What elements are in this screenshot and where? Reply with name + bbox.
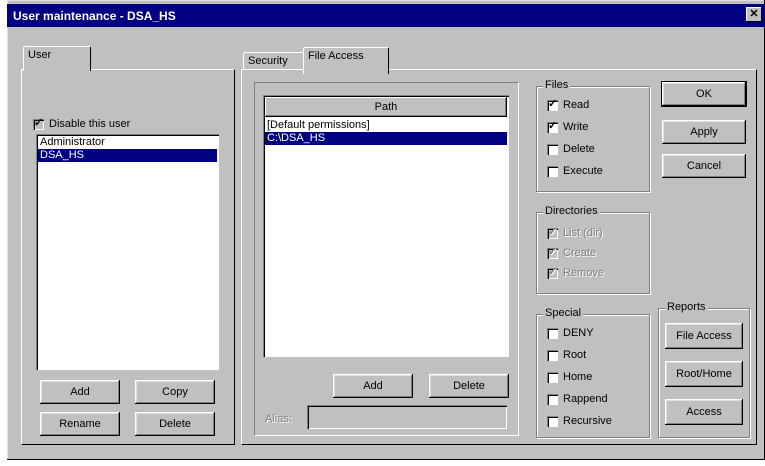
check-icon: ✓ xyxy=(548,245,558,258)
file-access-report-button[interactable]: File Access xyxy=(665,323,743,349)
read-checkbox[interactable]: ✓ Read xyxy=(547,97,590,111)
check-icon: ✓ xyxy=(548,225,558,238)
remove-label: Remove xyxy=(563,267,604,279)
write-label: Write xyxy=(563,121,589,133)
list-item[interactable]: Administrator xyxy=(38,136,217,149)
deny-label: DENY xyxy=(563,327,594,339)
delete-checkbox[interactable]: Delete xyxy=(547,143,595,155)
directories-group: Directories ✓ List (dir) ✓ Create ✓ Remo… xyxy=(536,205,650,294)
apply-button[interactable]: Apply xyxy=(662,120,746,144)
tab-user[interactable]: User xyxy=(23,46,91,71)
path-header-label: Path xyxy=(374,101,398,113)
root-label: Root xyxy=(563,349,587,361)
rappend-label: Rappend xyxy=(563,393,608,405)
check-icon: ✓ xyxy=(548,265,558,278)
read-box[interactable]: ✓ xyxy=(547,97,558,111)
tab-user-label: User xyxy=(28,49,52,61)
delete-path-button[interactable]: Delete xyxy=(429,374,509,398)
list-item[interactable]: [Default permissions] xyxy=(265,119,507,132)
alias-field[interactable] xyxy=(307,405,507,429)
reports-group-label: Reports xyxy=(665,301,708,313)
access-report-button[interactable]: Access xyxy=(665,399,743,425)
home-label: Home xyxy=(563,371,593,383)
path-frame: Path [Default permissions] C:\DSA_HS Add… xyxy=(254,82,519,436)
cancel-button[interactable]: Cancel xyxy=(662,154,746,178)
root-box[interactable] xyxy=(547,349,558,361)
write-box[interactable]: ✓ xyxy=(547,119,558,133)
list-dir-label: List (dir) xyxy=(563,227,603,239)
home-box[interactable] xyxy=(547,371,558,383)
remove-checkbox: ✓ Remove xyxy=(547,265,604,279)
disable-user-checkbox[interactable]: ✓ Disable this user xyxy=(33,116,131,130)
check-icon: ✓ xyxy=(548,97,558,110)
execute-box[interactable] xyxy=(547,165,558,177)
files-group-label: Files xyxy=(543,79,571,91)
create-label: Create xyxy=(563,247,597,259)
recursive-checkbox[interactable]: Recursive xyxy=(547,415,612,427)
rappend-checkbox[interactable]: Rappend xyxy=(547,393,608,405)
disable-user-label: Disable this user xyxy=(49,118,131,130)
special-group: Special DENY Root Home Rappend Recursive xyxy=(536,307,650,438)
root-home-report-button[interactable]: Root/Home xyxy=(665,361,743,387)
close-icon: ✕ xyxy=(749,8,759,20)
read-label: Read xyxy=(563,99,590,111)
delete-box[interactable] xyxy=(547,143,558,155)
root-checkbox[interactable]: Root xyxy=(547,349,586,361)
file-access-tab-panel: Path [Default permissions] C:\DSA_HS Add… xyxy=(241,69,757,445)
delete-user-button[interactable]: Delete xyxy=(135,412,215,436)
alias-label: Alias: xyxy=(265,413,292,425)
create-box: ✓ xyxy=(547,245,558,259)
list-item[interactable]: DSA_HS xyxy=(38,149,217,162)
title-bar[interactable]: User maintenance - DSA_HS ✕ xyxy=(7,4,765,27)
list-item[interactable]: C:\DSA_HS xyxy=(265,132,507,145)
deny-box[interactable] xyxy=(547,327,558,339)
add-path-button[interactable]: Add xyxy=(333,374,413,398)
recursive-box[interactable] xyxy=(547,415,558,427)
list-dir-checkbox: ✓ List (dir) xyxy=(547,225,603,239)
window-title: User maintenance - DSA_HS xyxy=(13,9,176,23)
ok-button[interactable]: OK xyxy=(661,81,747,107)
remove-box: ✓ xyxy=(547,265,558,279)
disable-user-box[interactable]: ✓ xyxy=(33,116,44,130)
path-column-header[interactable]: Path xyxy=(265,97,507,117)
path-list[interactable]: Path [Default permissions] C:\DSA_HS xyxy=(263,95,509,357)
user-maintenance-window: User maintenance - DSA_HS ✕ User ✓ Disab… xyxy=(7,0,765,460)
add-user-button[interactable]: Add xyxy=(40,380,120,404)
create-checkbox: ✓ Create xyxy=(547,245,597,259)
user-list[interactable]: Administrator DSA_HS xyxy=(36,134,219,370)
recursive-label: Recursive xyxy=(563,415,612,427)
execute-checkbox[interactable]: Execute xyxy=(547,165,603,177)
tab-file-access[interactable]: File Access xyxy=(303,47,389,74)
check-icon: ✓ xyxy=(548,119,558,132)
reports-group: Reports File Access Root/Home Access xyxy=(658,301,750,438)
files-group: Files ✓ Read ✓ Write Delete Execute xyxy=(536,79,650,192)
rappend-box[interactable] xyxy=(547,393,558,405)
execute-label: Execute xyxy=(563,165,603,177)
rename-user-button[interactable]: Rename xyxy=(40,412,120,436)
deny-checkbox[interactable]: DENY xyxy=(547,327,594,339)
user-tab-panel: ✓ Disable this user Administrator DSA_HS… xyxy=(21,69,235,445)
copy-user-button[interactable]: Copy xyxy=(135,380,215,404)
write-checkbox[interactable]: ✓ Write xyxy=(547,119,589,133)
close-button[interactable]: ✕ xyxy=(746,7,762,22)
list-dir-box: ✓ xyxy=(547,225,558,239)
home-checkbox[interactable]: Home xyxy=(547,371,592,383)
delete-label: Delete xyxy=(563,143,595,155)
tab-security-label: Security xyxy=(248,55,288,67)
directories-group-label: Directories xyxy=(543,205,600,217)
special-group-label: Special xyxy=(543,307,584,319)
check-icon: ✓ xyxy=(34,116,44,129)
tab-file-access-label: File Access xyxy=(308,50,364,62)
